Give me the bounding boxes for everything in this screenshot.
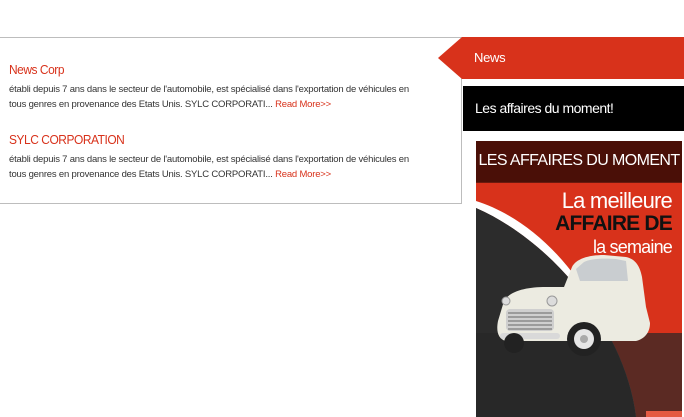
read-more-link[interactable]: Read More>> [275,99,331,110]
news-item-title[interactable]: SYLC CORPORATION [9,132,391,148]
promo-line-3: la semaine [592,237,673,257]
news-list-panel: News Corp établi depuis 7 ans dans le se… [0,37,462,204]
promo-line-2: AFFAIRE DE [555,212,673,235]
deal-promo-banner[interactable]: LES AFFAIRES DU MOMENT La meilleure AFFA… [476,141,682,417]
promo-line-1: La meilleure [561,188,673,213]
deals-bar-label: Les affaires du moment! [475,100,614,116]
news-item-title[interactable]: News Corp [9,62,391,78]
news-item-excerpt-text: établi depuis 7 ans dans le secteur de l… [9,84,409,110]
read-more-link[interactable]: Read More>> [275,169,331,180]
news-item: SYLC CORPORATION établi depuis 7 ans dan… [9,132,424,182]
news-tab-label: News [474,50,506,65]
news-item: News Corp établi depuis 7 ans dans le se… [9,62,424,112]
news-item-excerpt: établi depuis 7 ans dans le secteur de l… [9,152,424,182]
promo-corner-tab [646,411,682,417]
promo-header: LES AFFAIRES DU MOMENT [476,141,682,183]
news-item-excerpt-text: établi depuis 7 ans dans le secteur de l… [9,154,409,180]
promo-heading: LES AFFAIRES DU MOMENT [478,152,680,169]
news-tab[interactable]: News [438,37,684,79]
news-item-excerpt: établi depuis 7 ans dans le secteur de l… [9,82,424,112]
deals-bar[interactable]: Les affaires du moment! [463,86,684,131]
